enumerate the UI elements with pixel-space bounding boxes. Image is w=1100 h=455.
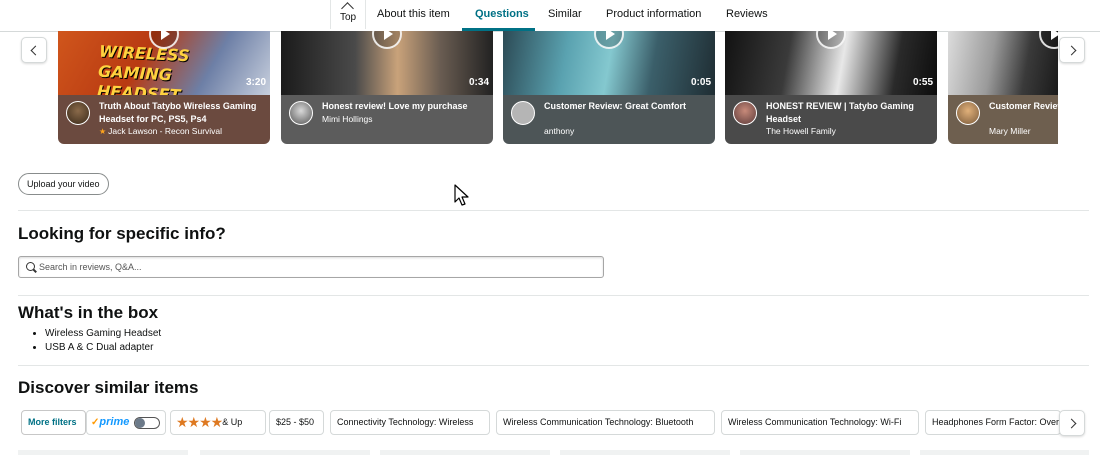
more-filters-button[interactable]: More filters [21, 410, 86, 435]
specific-info-heading: Looking for specific info? [18, 224, 226, 243]
upload-video-button[interactable]: Upload your video [18, 173, 109, 195]
video-card[interactable]: 0:55 HONEST REVIEW | Tatybo Gaming Heads… [725, 31, 937, 144]
rating-label: & Up [222, 417, 243, 427]
product-row-preview [18, 450, 1089, 455]
video-author: Mary Miller [989, 126, 1031, 136]
video-thumbnail: 0:34 [281, 31, 493, 95]
filters-next-button[interactable] [1059, 410, 1085, 436]
section-nav: Top About this item Questions Similar Pr… [0, 0, 1100, 32]
four-stars-icon: ★★★★ [176, 414, 223, 431]
discover-similar-heading: Discover similar items [18, 378, 199, 397]
prime-toggle-switch[interactable] [133, 416, 160, 429]
divider [18, 210, 1089, 211]
video-title: Honest review! Love my purchase [322, 101, 468, 111]
carousel-prev-button[interactable] [21, 37, 47, 63]
whats-in-the-box-heading: What's in the box [18, 303, 159, 322]
tab-similar[interactable]: Similar [548, 0, 582, 29]
rating-filter[interactable]: ★★★★& Up [170, 410, 266, 435]
avatar [511, 101, 535, 125]
carousel-next-button[interactable] [1059, 37, 1085, 63]
review-search-input[interactable] [39, 259, 599, 275]
back-to-top-button[interactable]: Top [330, 0, 366, 29]
prime-toggle-filter[interactable]: ✓prime [86, 410, 166, 435]
video-card[interactable]: Customer Review: wireless headset Mary M… [948, 31, 1058, 144]
tab-reviews[interactable]: Reviews [726, 0, 768, 29]
divider [18, 295, 1089, 296]
video-thumbnail [948, 31, 1058, 95]
video-title: Customer Review: wireless headset [989, 101, 1058, 111]
video-thumbnail: WIRELESS GAMING HEADSET 3:20 [58, 31, 270, 105]
video-thumbnail: 0:05 [503, 31, 715, 95]
video-title: Truth About Tatybo Wireless Gaming Heads… [99, 101, 257, 124]
filter-pill[interactable]: Headphones Form Factor: Over Ear [925, 410, 1061, 435]
video-author: anthony [544, 126, 575, 136]
video-card[interactable]: WIRELESS GAMING HEADSET 3:20 Truth About… [58, 31, 270, 144]
top-label: Top [339, 12, 357, 23]
filter-pill[interactable]: $25 - $50 [269, 410, 324, 435]
avatar [733, 101, 757, 125]
video-card[interactable]: 0:34 Honest review! Love my purchase Mim… [281, 31, 493, 144]
star-icon: ★ [99, 127, 107, 136]
video-duration: 3:20 [245, 77, 266, 88]
filter-pill[interactable]: Wireless Communication Technology: Bluet… [496, 410, 715, 435]
tab-questions[interactable]: Questions [475, 0, 529, 29]
play-icon[interactable] [594, 31, 624, 49]
box-contents-list: Wireless Gaming Headset USB A & C Dual a… [31, 327, 161, 355]
divider [18, 365, 1089, 366]
avatar [289, 101, 313, 125]
video-carousel: WIRELESS GAMING HEADSET 3:20 Truth About… [0, 31, 1100, 146]
chevron-right-icon [1066, 45, 1077, 56]
play-icon[interactable] [816, 31, 846, 49]
avatar [956, 101, 980, 125]
search-icon [26, 262, 35, 271]
tab-product-information[interactable]: Product information [606, 0, 701, 29]
video-author: Mimi Hollings [322, 114, 373, 124]
video-author: The Howell Family [766, 126, 836, 136]
chevron-right-icon [1066, 418, 1077, 429]
filter-pill[interactable]: Wireless Communication Technology: Wi-Fi [721, 410, 919, 435]
tab-about-this-item[interactable]: About this item [377, 0, 450, 29]
avatar [66, 101, 90, 125]
video-author: ★ Jack Lawson - Recon Survival [99, 126, 223, 136]
filter-pill[interactable]: Connectivity Technology: Wireless [330, 410, 490, 435]
play-icon[interactable] [372, 31, 402, 49]
video-duration: 0:05 [690, 77, 711, 88]
video-thumbnail: 0:55 [725, 31, 937, 95]
play-icon[interactable] [1039, 31, 1058, 49]
filter-bar: More filters ✓prime ★★★★& Up $25 - $50 C… [0, 410, 1100, 437]
chevron-left-icon [30, 45, 41, 56]
mouse-pointer-icon [454, 184, 469, 206]
prime-logo: prime [99, 416, 130, 428]
video-title: HONEST REVIEW | Tatybo Gaming Headset [766, 101, 914, 124]
video-duration: 0:55 [912, 77, 933, 88]
list-item: USB A & C Dual adapter [45, 341, 161, 355]
video-card[interactable]: 0:05 Customer Review: Great Comfort anth… [503, 31, 715, 144]
list-item: Wireless Gaming Headset [45, 327, 161, 341]
review-search-box[interactable] [18, 256, 604, 278]
video-duration: 0:34 [468, 77, 489, 88]
video-title: Customer Review: Great Comfort [544, 101, 687, 111]
